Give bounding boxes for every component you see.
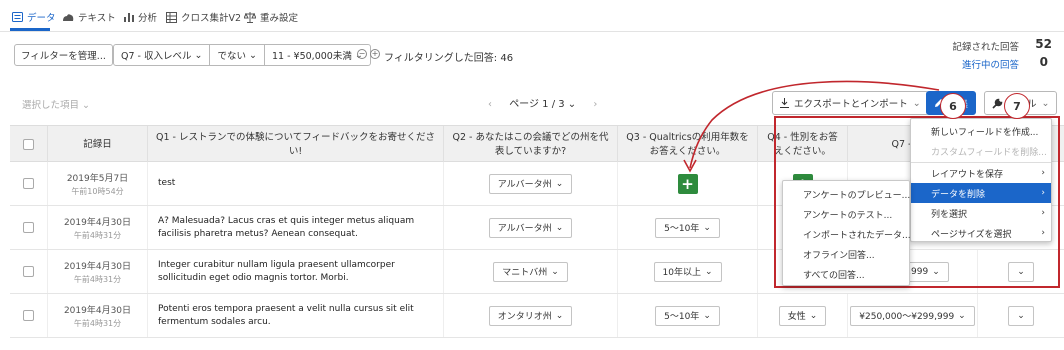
annotation-arrow: [683, 80, 940, 173]
step-badge-7: 7: [1004, 93, 1030, 119]
step-badge-6: 6: [940, 93, 966, 119]
